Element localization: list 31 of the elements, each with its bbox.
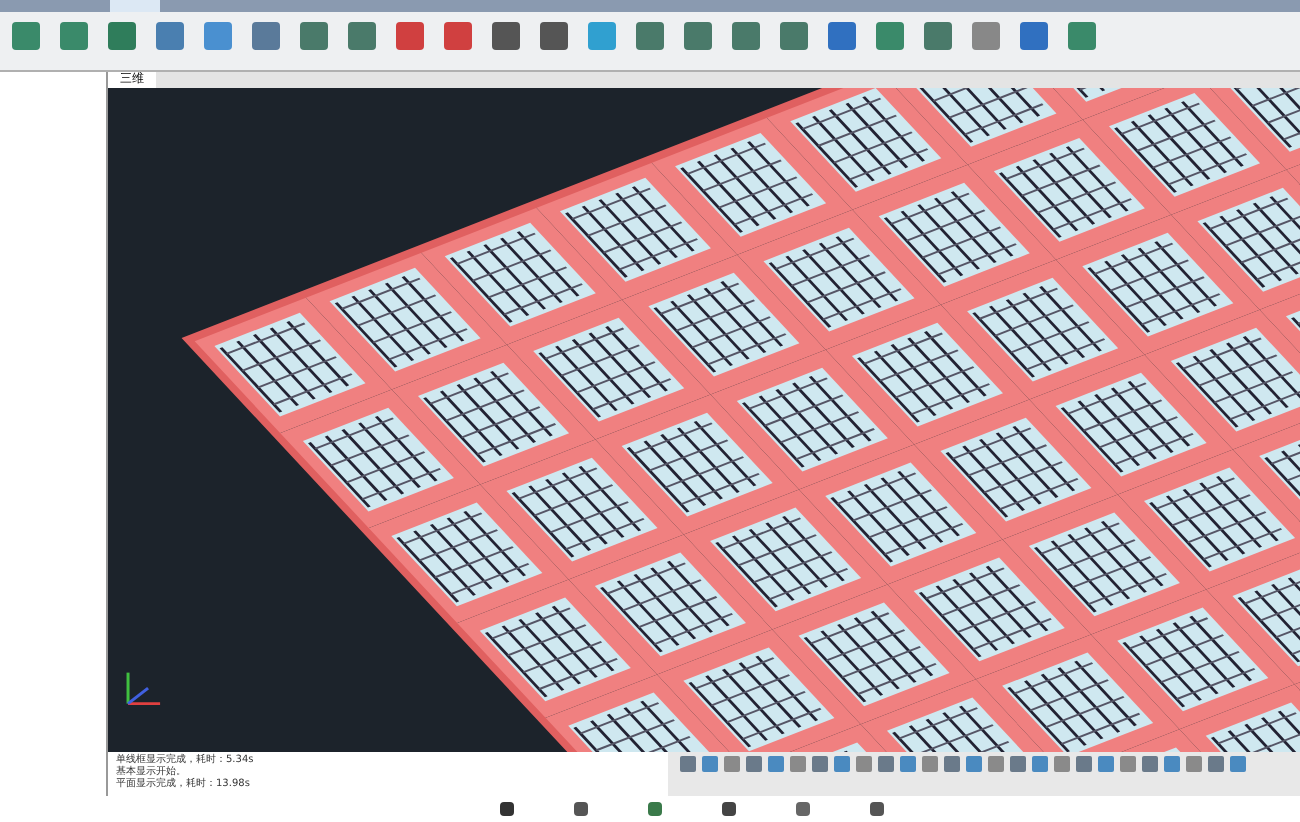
ribbon-tool-icon[interactable] bbox=[108, 22, 136, 50]
ribbon-tool-icon[interactable] bbox=[1068, 22, 1096, 50]
taskbar-app-icon[interactable] bbox=[796, 802, 810, 816]
ribbon-tool-icon[interactable] bbox=[924, 22, 952, 50]
ribbon-tool-icon[interactable] bbox=[300, 22, 328, 50]
ribbon-tool-icon[interactable] bbox=[204, 22, 232, 50]
ribbon-tool-icon[interactable] bbox=[252, 22, 280, 50]
ribbon-tool-icon[interactable] bbox=[684, 22, 712, 50]
ribbon-tool-icon[interactable] bbox=[156, 22, 184, 50]
ribbon-tool-icon[interactable] bbox=[732, 22, 760, 50]
taskbar-app-icon[interactable] bbox=[574, 802, 588, 816]
taskbar-app-icon[interactable] bbox=[648, 802, 662, 816]
ribbon-tool-icon[interactable] bbox=[444, 22, 472, 50]
ribbon-tool-icon[interactable] bbox=[1020, 22, 1048, 50]
ribbon-tab[interactable] bbox=[110, 0, 160, 12]
ribbon-tool-icon[interactable] bbox=[12, 22, 40, 50]
ribbon-tool-icon[interactable] bbox=[636, 22, 664, 50]
ribbon-tool-icon[interactable] bbox=[540, 22, 568, 50]
ribbon-tool-icon[interactable] bbox=[588, 22, 616, 50]
ribbon-tool-icon[interactable] bbox=[876, 22, 904, 50]
taskbar-app-icon[interactable] bbox=[500, 802, 514, 816]
ribbon-tool-icon[interactable] bbox=[972, 22, 1000, 50]
ribbon-tool-icon[interactable] bbox=[828, 22, 856, 50]
ribbon-tool-icon[interactable] bbox=[60, 22, 88, 50]
ribbon-tool-icon[interactable] bbox=[780, 22, 808, 50]
taskbar-app-icon[interactable] bbox=[870, 802, 884, 816]
taskbar-app-icon[interactable] bbox=[722, 802, 736, 816]
ribbon-tool-icon[interactable] bbox=[492, 22, 520, 50]
axis-icon bbox=[126, 672, 161, 706]
ribbon-tool-icon[interactable] bbox=[396, 22, 424, 50]
ribbon-tool-icon[interactable] bbox=[348, 22, 376, 50]
